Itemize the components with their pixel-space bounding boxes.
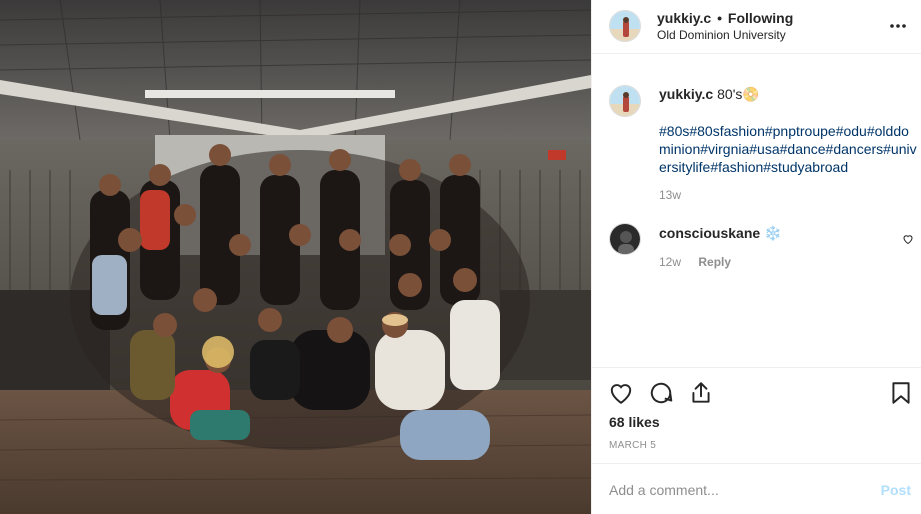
action-bar: 68 likes MARCH 5 bbox=[592, 367, 921, 463]
header-user-line: yukkiy.c • Following bbox=[657, 10, 793, 26]
caption-text: 80's bbox=[717, 86, 743, 102]
post-location[interactable]: Old Dominion University bbox=[657, 28, 786, 42]
more-options-icon[interactable] bbox=[888, 16, 908, 36]
add-comment-input[interactable] bbox=[609, 480, 859, 500]
comment-icon[interactable] bbox=[648, 380, 674, 406]
comment-username[interactable]: consciouskane bbox=[659, 225, 760, 241]
author-avatar[interactable] bbox=[609, 10, 641, 42]
share-icon[interactable] bbox=[688, 380, 714, 406]
post-date[interactable]: MARCH 5 bbox=[609, 440, 656, 451]
post-details-panel: yukkiy.c • Following Old Dominion Univer… bbox=[591, 0, 921, 514]
heart-icon[interactable] bbox=[608, 380, 634, 406]
comment-text: ❄️ bbox=[764, 225, 782, 241]
follow-status[interactable]: Following bbox=[728, 10, 793, 26]
add-comment-bar: Post bbox=[592, 463, 921, 514]
bookmark-icon[interactable] bbox=[888, 380, 914, 406]
comment-meta: 12w Reply bbox=[659, 255, 731, 269]
commenter-avatar[interactable] bbox=[609, 223, 641, 255]
post-photo[interactable] bbox=[0, 0, 591, 514]
caption-timestamp[interactable]: 13w bbox=[659, 188, 681, 202]
caption: yukkiy.c 80's📀 bbox=[659, 86, 760, 103]
caption-avatar[interactable] bbox=[609, 85, 641, 117]
caption-username[interactable]: yukkiy.c bbox=[659, 86, 713, 102]
post-comment-button[interactable]: Post bbox=[881, 482, 911, 498]
author-username[interactable]: yukkiy.c bbox=[657, 10, 711, 26]
post-header: yukkiy.c • Following Old Dominion Univer… bbox=[592, 0, 921, 54]
comment-like-heart-icon[interactable] bbox=[902, 233, 914, 245]
reply-button[interactable]: Reply bbox=[698, 255, 731, 269]
likes-count[interactable]: 68 likes bbox=[609, 414, 660, 430]
caption-hashtags[interactable]: #80s#80sfashion#pnptroupe#odu#olddominio… bbox=[659, 122, 917, 176]
separator-dot: • bbox=[717, 10, 723, 26]
comment-item: consciouskane ❄️ bbox=[659, 225, 781, 242]
comment-timestamp[interactable]: 12w bbox=[659, 255, 681, 269]
dvd-emoji: 📀 bbox=[742, 86, 760, 102]
group-photo-illustration bbox=[0, 0, 591, 514]
